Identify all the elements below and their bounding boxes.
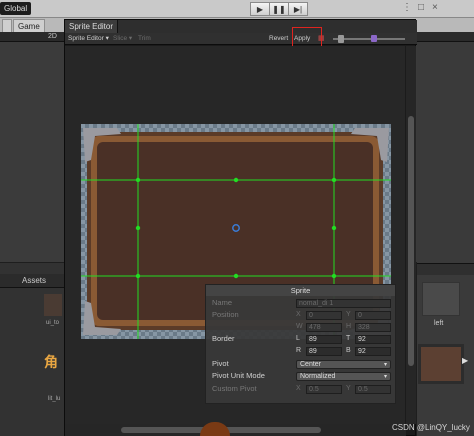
position-label: Position	[212, 310, 239, 319]
chevron-right-icon[interactable]: ▶	[462, 356, 468, 365]
pos-w-field[interactable]: 478	[306, 323, 342, 332]
maximize-icon[interactable]: □	[418, 3, 424, 13]
assets-breadcrumb[interactable]: Assets	[22, 276, 46, 285]
border-l-label: L	[296, 335, 300, 342]
border-b-field[interactable]: 92	[355, 347, 391, 356]
pos-w-label: W	[296, 323, 303, 330]
play-controls: ▶ ❚❚ ▶|	[250, 2, 308, 16]
tab-scene[interactable]	[2, 19, 12, 32]
sprite-panel-title: Sprite	[206, 285, 395, 296]
revert-button[interactable]: Revert	[269, 33, 288, 45]
custom-pivot-x-label: X	[296, 385, 301, 392]
asset-label: ui_to	[46, 320, 60, 326]
pivot-unit-mode-label: Pivot Unit Mode	[212, 371, 265, 380]
pivot-label: Pivot	[212, 359, 229, 368]
pos-h-label: H	[346, 323, 352, 330]
step-icon: ▶|	[293, 4, 303, 14]
custom-pivot-x-field[interactable]: 0.5	[306, 385, 342, 394]
play-icon: ▶	[256, 4, 264, 14]
sprite-thumbnail-selected[interactable]	[418, 344, 464, 384]
pause-button[interactable]: ❚❚	[269, 2, 289, 16]
pos-h-field[interactable]: 328	[355, 323, 391, 332]
zoom-slider-handle[interactable]	[338, 35, 344, 43]
2d-toggle[interactable]: 2D	[48, 32, 57, 42]
border-r-field[interactable]: 89	[306, 347, 342, 356]
border-b-label: B	[346, 347, 351, 354]
sprite-editor-tab[interactable]: Sprite Editor	[65, 20, 119, 33]
border-t-field[interactable]: 92	[355, 335, 391, 344]
custom-pivot-y-field[interactable]: 0.5	[355, 385, 391, 394]
pivot-unit-mode-dropdown[interactable]: Normalized ▾	[296, 372, 391, 381]
border-label: Border	[212, 334, 235, 343]
sprite-inspector-panel: Sprite Name nomal_di 1 Position X 0 Y 0 …	[205, 284, 396, 404]
slice-dropdown[interactable]: Slice ▾	[113, 33, 132, 45]
custom-pivot-label: Custom Pivot	[212, 384, 257, 393]
asset-label: lit_lu	[48, 396, 61, 402]
trim-button[interactable]: Trim	[138, 33, 151, 45]
tab-game[interactable]: Game	[13, 19, 45, 32]
border-l-field[interactable]: 89	[306, 335, 342, 344]
pause-icon: ❚❚	[272, 4, 286, 14]
border-r-label: R	[296, 347, 302, 354]
project-panel	[0, 263, 64, 436]
asset-thumbnail[interactable]: 角	[44, 352, 58, 372]
mip-slider-handle[interactable]	[371, 35, 377, 42]
pos-x-label: X	[296, 311, 301, 318]
top-toolbar: Global ▶ ❚❚ ▶| ⋮ □ ×	[0, 0, 474, 18]
thumbnail-label: left	[434, 320, 444, 327]
right-panel-tab	[417, 263, 474, 275]
pos-y-field[interactable]: 0	[355, 311, 391, 320]
name-field[interactable]: nomal_di 1	[296, 299, 391, 308]
more-options-icon[interactable]: ⋮	[402, 3, 412, 13]
chevron-down-icon: ▾	[383, 374, 387, 380]
global-toggle[interactable]: Global	[0, 2, 32, 15]
chevron-down-icon: ▾	[383, 362, 387, 368]
watermark: CSDN @LinQY_lucky	[392, 423, 470, 432]
mode-dropdown[interactable]: Sprite Editor ▾	[68, 33, 109, 45]
pivot-unit-mode-value: Normalized	[300, 373, 336, 380]
pos-y-label: Y	[346, 311, 351, 318]
vertical-scroll-thumb[interactable]	[408, 116, 414, 366]
pos-x-field[interactable]: 0	[306, 311, 342, 320]
close-icon[interactable]: ×	[432, 3, 438, 13]
sprite-editor-toolbar: Sprite Editor ▾ Slice ▾ Trim Revert Appl…	[65, 33, 417, 45]
sprite-thumbnail-left[interactable]	[422, 282, 460, 316]
pivot-dropdown[interactable]: Center ▾	[296, 360, 391, 369]
play-button[interactable]: ▶	[250, 2, 270, 16]
name-label: Name	[212, 298, 233, 307]
sprite-editor-titlebar: Sprite Editor	[65, 20, 417, 33]
pivot-value: Center	[300, 361, 322, 368]
asset-thumbnail[interactable]	[44, 294, 62, 316]
game-tab-label: Game	[18, 22, 40, 31]
border-t-label: T	[346, 335, 351, 342]
custom-pivot-y-label: Y	[346, 385, 351, 392]
step-button[interactable]: ▶|	[288, 2, 308, 16]
